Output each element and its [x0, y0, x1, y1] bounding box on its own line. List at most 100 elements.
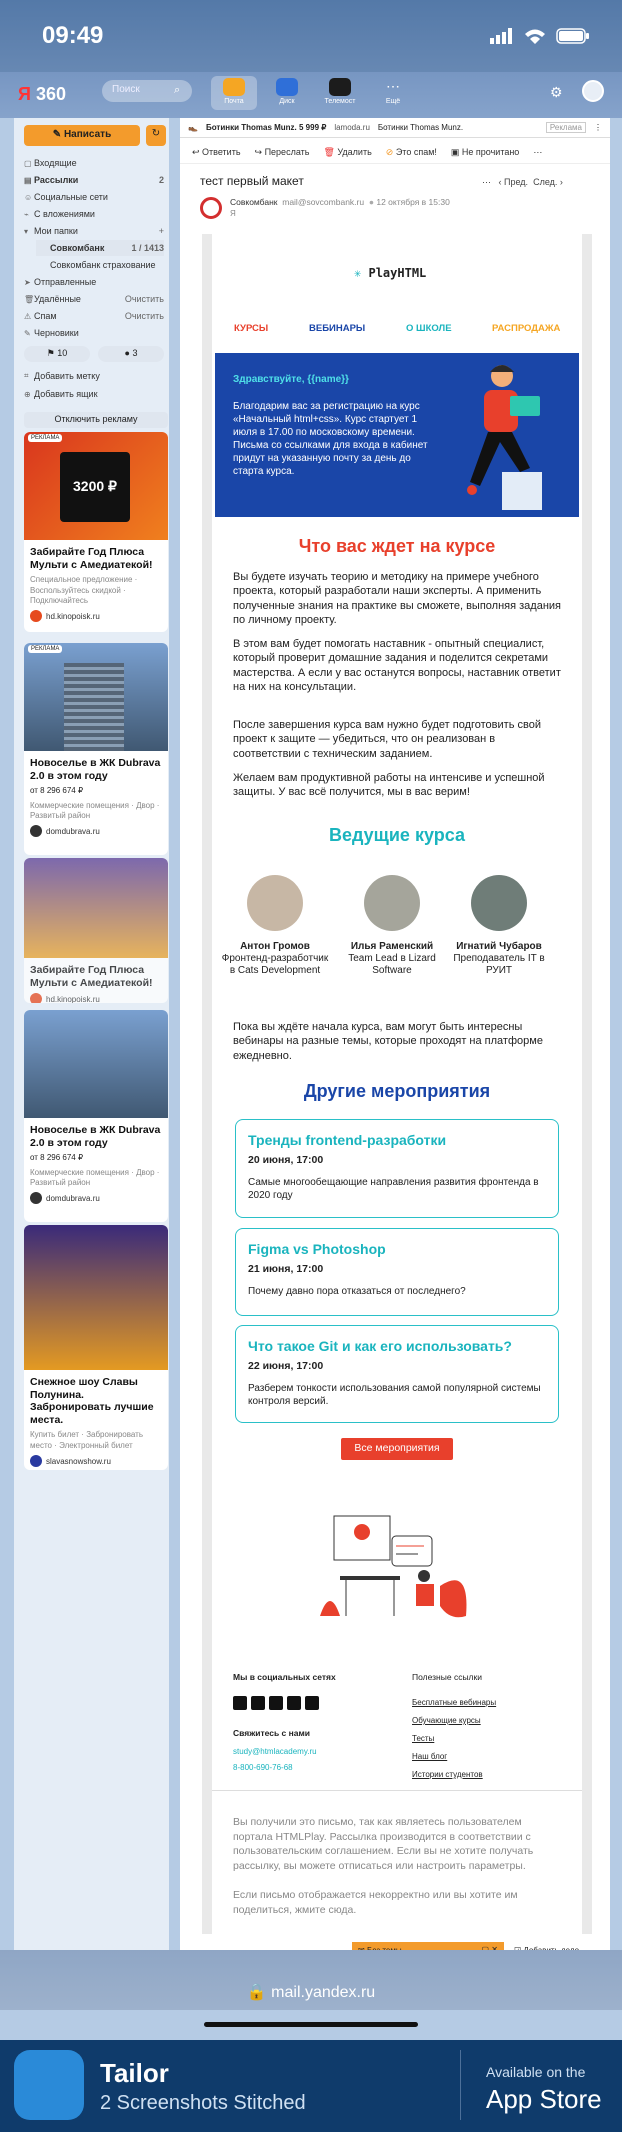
ad-image: РЕКЛАМА 3200 ₽ [24, 432, 168, 540]
domdubrava-icon [30, 1192, 42, 1205]
folder-attachments[interactable]: ⌁ С вложениями [24, 206, 164, 222]
gear-icon[interactable]: ⚙ [550, 84, 563, 101]
vk-icon[interactable] [305, 1696, 319, 1710]
prev-button[interactable]: ‹ Пред. [499, 177, 529, 187]
more-icon[interactable]: ⋯ [482, 177, 491, 187]
social-heading: Мы в социальных сетях [233, 1672, 336, 1682]
more-icon[interactable]: ⋯ [533, 147, 542, 158]
tailor-app-icon [14, 2050, 84, 2120]
folder-drafts[interactable]: ✎ Черновики [24, 325, 164, 341]
wifi-icon [525, 29, 545, 44]
more-icon: ⋯ [386, 78, 400, 94]
ad-card[interactable]: Новоселье в ЖК Dubrava 2.0 в этом году о… [24, 1010, 168, 1222]
section-title-what: Что вас ждет на курсе [298, 536, 496, 556]
ad-card[interactable]: РЕКЛАМА Новоселье в ЖК Dubrava 2.0 в это… [24, 643, 168, 855]
delete-button[interactable]: 🗑 Удалить [323, 147, 371, 158]
teacher-card: Антон Громов Фронтенд-разработчик в Cats … [220, 875, 330, 977]
teacher-photo [247, 875, 303, 931]
mark-unread-button[interactable]: ▣ Не прочитано [451, 147, 519, 158]
service-mail[interactable]: Почта [211, 76, 257, 110]
add-mailbox-link[interactable]: ⊕ Добавить ящик [24, 386, 164, 402]
footer-link[interactable]: Тесты [412, 1734, 434, 1743]
lock-icon: 🔒 [246, 1984, 267, 2001]
domdubrava-icon [30, 825, 42, 838]
nav-webinars[interactable]: ВЕБИНАРЫ [309, 323, 365, 334]
section-title-teachers: Ведущие курса [329, 825, 465, 845]
tag-icon: ⌗ [24, 371, 29, 380]
folder-newsletters[interactable]: ▤ Рассылки 2 [24, 172, 164, 188]
folder-sovcombank-insurance[interactable]: Совкомбанк страхование [50, 257, 164, 273]
footer-link[interactable]: Истории студентов [412, 1770, 483, 1779]
available-text: Available on the [486, 2064, 586, 2080]
brand-icon: ✳ [354, 266, 362, 280]
teacher-card: Игнатий Чубаров Преподаватель IT в РУИТ [444, 875, 554, 977]
folder-social[interactable]: ☺ Социальные сети [24, 189, 164, 205]
contact-email[interactable]: study@htmlacademy.ru [233, 1747, 317, 1756]
person-illustration [467, 365, 542, 510]
refresh-button[interactable]: ↻ [146, 125, 166, 146]
more-icon[interactable]: ⋮ [594, 123, 602, 132]
send-icon: ➤ [24, 277, 31, 287]
teacher-card: Илья Раменский Team Lead в Lizard Softwar… [337, 875, 447, 977]
yandex360-logo[interactable]: Я 360 [18, 84, 66, 105]
tag-important[interactable]: ⚑ 10 [24, 346, 90, 362]
url-bar[interactable]: 🔒 mail.yandex.ru [0, 1982, 622, 2002]
event-card[interactable]: Figma vs Photoshop 21 июня, 17:00 Почему д… [235, 1228, 559, 1316]
sender-avatar[interactable] [200, 197, 222, 219]
avatar[interactable] [582, 80, 604, 102]
footer-link[interactable]: Наш блог [412, 1752, 447, 1761]
footer-link[interactable]: Бесплатные вебинары [412, 1698, 496, 1707]
service-disk[interactable]: Диск [264, 76, 310, 110]
reply-button[interactable]: ↩ Ответить [192, 147, 241, 158]
footer-note: Если письмо отображается некорректно или… [233, 1889, 518, 1916]
instagram-icon[interactable] [251, 1696, 265, 1710]
top-ad-line[interactable]: 👞 Ботинки Thomas Munz. 5 999 ₽ lamoda.ru Бо… [180, 118, 610, 138]
nav-sale[interactable]: РАСПРОДАЖА [492, 323, 560, 334]
footer-link[interactable]: Обучающие курсы [412, 1716, 481, 1725]
folder-my-folders[interactable]: ▾ Мои папки + [24, 223, 164, 239]
search-icon[interactable]: ⌕ [174, 84, 180, 97]
facebook-icon[interactable] [233, 1696, 247, 1710]
refresh-icon: ↻ [151, 128, 161, 139]
newsletter-icon: ▤ [24, 175, 32, 185]
add-tag-link[interactable]: ⌗ Добавить метку [24, 368, 164, 384]
trash-icon: 🗑 [323, 147, 335, 157]
contact-phone[interactable]: 8-800-690-76-68 [233, 1763, 293, 1772]
sender-name[interactable]: Совкомбанк [230, 197, 278, 207]
social-icon: ☺ [24, 192, 33, 202]
ad-card[interactable]: РЕКЛАМА 3200 ₽ Забирайте Год Плюса Мульт… [24, 432, 168, 632]
ad-card[interactable]: Забирайте Год Плюса Мульти с Амедиатекой… [24, 858, 168, 1003]
compose-button[interactable]: ✎ Написать [24, 125, 140, 146]
folder-sent[interactable]: ➤ Отправленные [24, 274, 164, 290]
people-illustration [320, 1515, 467, 1618]
slavasnowshow-icon [30, 1455, 42, 1468]
nav-about[interactable]: О ШКОЛЕ [406, 323, 452, 334]
folder-inbox[interactable]: ▢ Входящие [24, 155, 164, 171]
event-card[interactable]: Тренды frontend-разработки 20 июня, 17:00… [235, 1119, 559, 1218]
spam-button[interactable]: ⊘ Это спам! [386, 147, 437, 158]
folder-deleted[interactable]: 🗑 Удалённые Очистить [24, 291, 164, 307]
next-button[interactable]: След. › [533, 177, 563, 187]
draft-icon: ✎ [24, 328, 31, 338]
telegram-icon[interactable] [287, 1696, 301, 1710]
all-events-button[interactable]: Все мероприятия [341, 1438, 453, 1460]
tag-unread[interactable]: ● 3 [98, 346, 164, 362]
youtube-icon[interactable] [269, 1696, 283, 1710]
hero-text: Благодарим вас за регистрацию на курс «Н… [233, 401, 428, 477]
disk-icon [276, 78, 298, 96]
event-card[interactable]: Что такое Git и как его использовать? 22 … [235, 1325, 559, 1423]
nav-courses[interactable]: КУРСЫ [234, 323, 268, 334]
plus-icon[interactable]: + [159, 226, 164, 236]
service-telemost[interactable]: Телемост [317, 76, 363, 110]
service-more[interactable]: ⋯ Ещё [370, 76, 416, 110]
greeting: Здравствуйте, {{name}} [233, 374, 349, 385]
ad-card[interactable]: Снежное шоу Славы Полунина. Забронироват… [24, 1225, 168, 1470]
folder-spam[interactable]: ⚠ Спам Очистить [24, 308, 164, 324]
sender-line: Совкомбанк mail@sovcombank.ru ● 12 октяб… [230, 197, 450, 207]
folder-sovcombank[interactable]: Совкомбанк 1 / 1413 [36, 240, 164, 256]
disable-ads-button[interactable]: Отключить рекламу [24, 412, 168, 428]
teacher-photo [471, 875, 527, 931]
clock: 09:49 [42, 22, 104, 49]
forward-button[interactable]: ↪ Переслать [255, 147, 310, 158]
mail-subject: тест первый макет [200, 174, 304, 188]
